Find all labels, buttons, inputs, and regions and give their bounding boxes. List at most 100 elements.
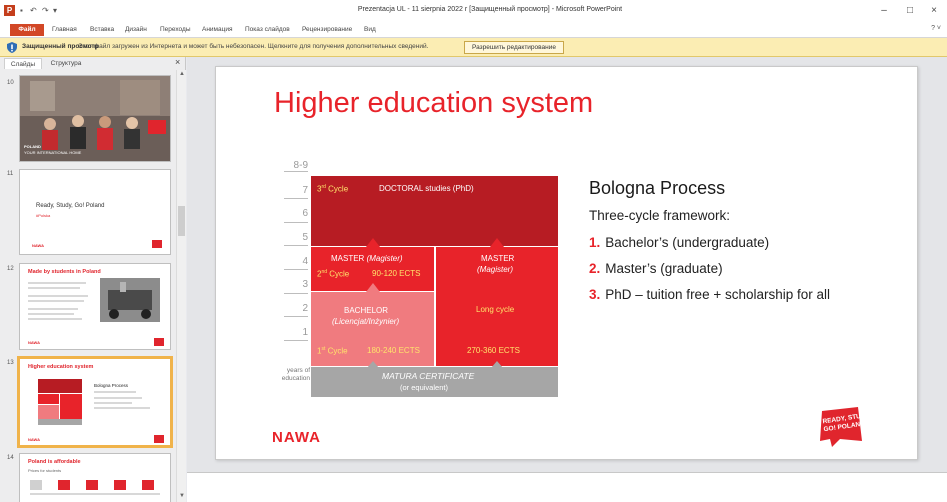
- y-gridline: [284, 198, 308, 199]
- slide-thumbnail-12[interactable]: Made by students in Poland NAWA: [19, 263, 171, 350]
- notes-pane[interactable]: [187, 472, 947, 502]
- slide-thumbnail-11[interactable]: Ready, Study, Go! Poland #Polska NAWA: [19, 169, 171, 255]
- redo-icon[interactable]: ↷: [42, 6, 49, 15]
- matura-sub: (or equivalent): [400, 383, 448, 392]
- y-gridline: [284, 269, 308, 270]
- thumb-text-line: [28, 300, 84, 302]
- master-ects: 90-120 ECTS: [372, 269, 421, 278]
- tab-outline[interactable]: Структура: [44, 58, 88, 69]
- item-number: 2.: [589, 261, 601, 276]
- cycle-word: Cycle: [327, 346, 348, 356]
- item-text: PhD – tuition free + scholarship for all: [605, 287, 831, 302]
- master-long-italic: (Magister): [477, 265, 514, 274]
- thumb-title: Poland is affordable: [28, 459, 81, 465]
- protected-view-bar: Защищенный просмотр Этот файл загружен и…: [0, 38, 947, 57]
- thumb-text-line: [28, 295, 88, 297]
- axis-note-line: education: [281, 375, 310, 382]
- slide-number: 13: [7, 360, 14, 366]
- cycle-suffix: st: [321, 346, 326, 352]
- slide-thumbnail-10[interactable]: POLAND YOUR INTERNATIONAL HOME: [19, 75, 171, 162]
- thumb-title: Higher education system: [28, 364, 94, 370]
- thumb-text-line: [28, 287, 80, 289]
- save-icon[interactable]: ▪: [20, 6, 23, 15]
- current-slide[interactable]: Higher education system 8-9 7 6 5 4 3 2 …: [215, 66, 918, 460]
- thumb-text-line: [28, 282, 86, 284]
- minimize-button[interactable]: –: [873, 2, 895, 20]
- ready-study-go-logo: [152, 240, 162, 248]
- protected-view-message[interactable]: Этот файл загружен из Интернета и может …: [78, 43, 428, 50]
- nawa-logo: NAWA: [272, 429, 321, 446]
- thumb-text-line: [28, 308, 78, 310]
- thumb-text-line: [28, 318, 82, 320]
- y-gridline: [284, 340, 308, 341]
- scroll-up-icon[interactable]: ▲: [178, 71, 186, 77]
- master-cycle: 2nd Cycle: [317, 269, 349, 279]
- thumb-line: POLAND: [24, 144, 41, 149]
- master-title-text: MASTER: [331, 254, 365, 263]
- ready-study-go-logo: [154, 435, 164, 443]
- cycle-suffix: rd: [321, 184, 326, 190]
- thumb-line: YOUR INTERNATIONAL HOME: [24, 150, 82, 155]
- tab-transitions[interactable]: Переходы: [160, 26, 191, 33]
- bologna-subtitle: Three-cycle framework:: [589, 208, 731, 223]
- thumb-subtitle: Prices for students: [28, 468, 62, 473]
- bachelor-cycle: 1st Cycle: [317, 346, 348, 356]
- slide-number: 11: [7, 171, 14, 177]
- powerpoint-icon[interactable]: P: [4, 5, 15, 16]
- close-button[interactable]: ×: [923, 2, 945, 20]
- axis-note: years of education: [274, 367, 310, 383]
- arrow-up-icon: [366, 283, 380, 292]
- item-number: 1.: [589, 235, 601, 250]
- panel-close-icon[interactable]: ×: [175, 57, 180, 67]
- master-long-cycle: Long cycle: [476, 305, 515, 314]
- bachelor-ects: 180-240 ECTS: [367, 346, 420, 355]
- slide-thumbnail-13[interactable]: Higher education system Bologna Process …: [17, 356, 173, 448]
- robot-photo: [100, 278, 160, 322]
- powerpoint-window: P ▪ ↶ ↷ ▾ Prezentacja UL - 11 sierpnia 2…: [0, 0, 947, 502]
- customize-toolbar-icon[interactable]: ▾: [53, 6, 57, 15]
- tab-view[interactable]: Вид: [364, 26, 376, 33]
- y-label: 5: [302, 232, 308, 243]
- enable-editing-button[interactable]: Разрешить редактирование: [464, 41, 564, 54]
- scroll-down-icon[interactable]: ▼: [178, 493, 186, 499]
- y-label: 3: [302, 279, 308, 290]
- undo-icon[interactable]: ↶: [30, 6, 37, 15]
- nawa-logo: NAWA: [28, 437, 40, 442]
- tab-file[interactable]: Файл: [10, 24, 44, 36]
- bologna-item: 3. PhD – tuition free + scholarship for a…: [589, 287, 884, 302]
- slide-thumbnail-14[interactable]: Poland is affordable Prices for students: [19, 453, 171, 502]
- slide-number: 10: [7, 80, 14, 86]
- master-title: MASTER (Magister): [331, 254, 403, 263]
- y-gridline: [284, 316, 308, 317]
- cycle-word: Cycle: [328, 184, 349, 194]
- tab-animations[interactable]: Анимация: [202, 26, 233, 33]
- item-number: 3.: [589, 287, 601, 302]
- panel-tabs: Слайды Структура ×: [0, 57, 186, 69]
- y-label: 8-9: [293, 160, 308, 171]
- tab-slides[interactable]: Слайды: [4, 58, 42, 69]
- y-label: 4: [302, 256, 308, 267]
- maximize-button[interactable]: □: [899, 2, 921, 20]
- tab-home[interactable]: Главная: [52, 26, 77, 33]
- thumb-title: Made by students in Poland: [28, 269, 101, 275]
- arrow-up-icon: [490, 238, 504, 247]
- y-label: 7: [302, 185, 308, 196]
- y-gridline: [284, 293, 308, 294]
- bologna-item: 2. Master’s (graduate): [589, 261, 723, 276]
- master-long-title: MASTER: [481, 254, 515, 263]
- shield-icon: [7, 42, 17, 53]
- thumbnail-scrollbar[interactable]: ▲ ▼: [176, 70, 186, 502]
- tab-insert[interactable]: Вставка: [90, 26, 114, 33]
- scroll-thumb[interactable]: [178, 206, 185, 236]
- doctoral-cycle-label: 3rd Cycle: [317, 184, 348, 194]
- help-icon[interactable]: ? ˅: [931, 25, 941, 32]
- tab-review[interactable]: Рецензирование: [302, 26, 352, 33]
- tab-slideshow[interactable]: Показ слайдов: [245, 26, 290, 33]
- title-bar: P ▪ ↶ ↷ ▾ Prezentacja UL - 11 sierpnia 2…: [0, 0, 947, 22]
- tab-design[interactable]: Дизайн: [125, 26, 147, 33]
- item-text: Master’s (graduate): [605, 261, 723, 276]
- thumb-title: Ready, Study, Go! Poland: [36, 203, 105, 209]
- thumb-subtitle: Bologna Process: [94, 383, 129, 388]
- thumbnail-list: 10 POLAND YOUR INTERNATIONAL HOME 11 Rea…: [0, 70, 176, 502]
- bologna-title: Bologna Process: [589, 178, 726, 198]
